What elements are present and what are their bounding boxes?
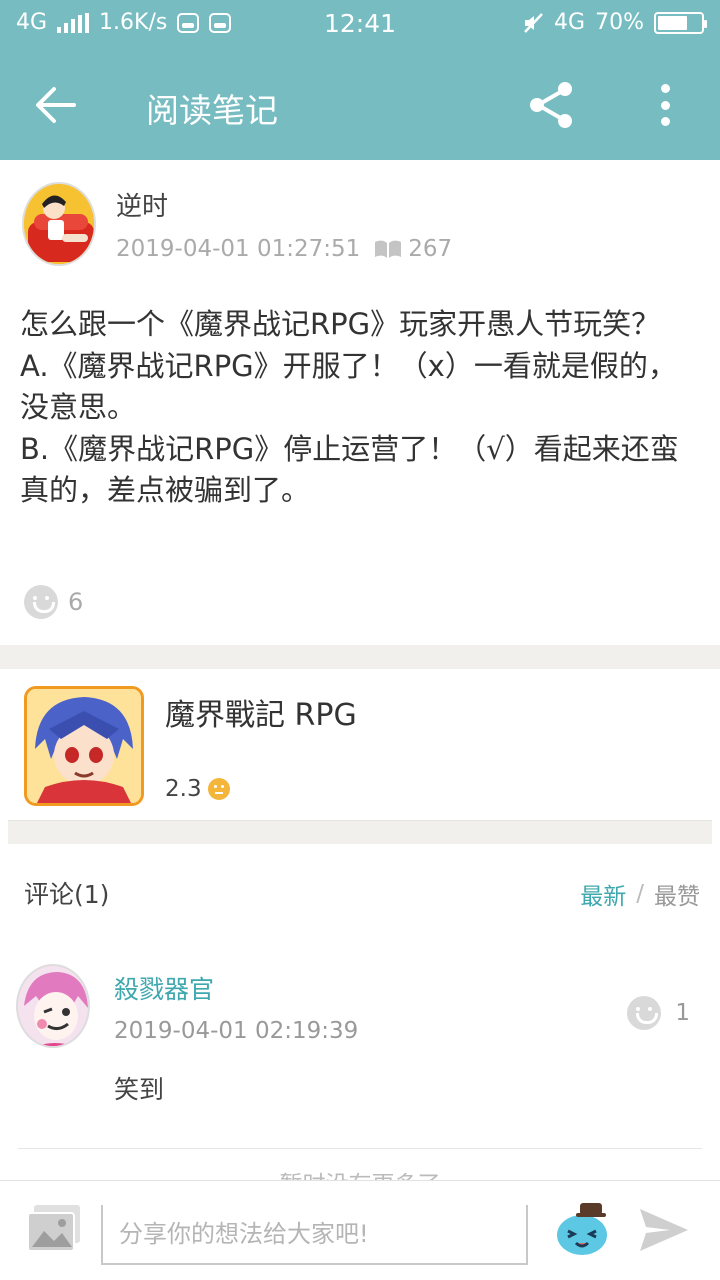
smile-icon	[24, 585, 58, 619]
post-like-count: 6	[68, 588, 84, 616]
commenter-name[interactable]: 殺戮器官	[114, 970, 214, 1006]
comment-divider	[18, 1148, 702, 1149]
post-paragraph: B.《魔界战记RPG》停止运营了！（√）看起来还蛮真的，差点被骗到了。	[20, 431, 679, 508]
game-icon[interactable]	[24, 686, 144, 806]
battery-icon	[654, 11, 707, 34]
game-name[interactable]: 魔界戰記 RPG	[165, 690, 357, 734]
send-icon	[640, 1209, 688, 1251]
commenter-avatar[interactable]	[16, 964, 90, 1048]
comment-sort: 最新 / 最赞	[580, 877, 700, 911]
comment-text: 笑到	[114, 1075, 165, 1104]
post-datetime: 2019-04-01 01:27:51	[116, 236, 361, 262]
arrow-left-icon	[36, 87, 76, 123]
post-paragraph: 怎么跟一个《魔界战记RPG》玩家开愚人节玩笑？	[20, 307, 661, 341]
author-avatar[interactable]	[22, 182, 96, 266]
back-button[interactable]	[30, 82, 80, 128]
post-body: 怎么跟一个《魔界战记RPG》玩家开愚人节玩笑？ A.《魔界战记RPG》开服了！（…	[20, 304, 700, 512]
section-divider	[8, 820, 712, 844]
more-button[interactable]	[648, 80, 682, 130]
more-vertical-icon	[660, 84, 670, 93]
smile-icon	[627, 996, 662, 1030]
top-bar: 4G 1.6K/s 12:41 4G 70% 阅读笔记	[0, 0, 720, 160]
author-name[interactable]: 逆时	[116, 186, 168, 223]
emoji-button[interactable]	[554, 1201, 610, 1257]
comment-like-button[interactable]: 1	[627, 996, 690, 1030]
post-meta: 2019-04-01 01:27:51 267	[116, 236, 452, 262]
sort-top-tab[interactable]: 最赞	[654, 877, 700, 911]
image-icon	[27, 1205, 80, 1252]
game-rating: 2.3	[165, 776, 230, 802]
page-title: 阅读笔记	[146, 91, 278, 130]
avatar-image	[24, 184, 94, 264]
comment-datetime: 2019-04-01 02:19:39	[114, 1018, 359, 1044]
rating-face-icon	[207, 778, 230, 800]
section-divider	[0, 645, 720, 669]
battery-percent: 70%	[595, 10, 644, 35]
game-icon-image	[27, 689, 141, 803]
send-button[interactable]	[638, 1207, 690, 1253]
share-icon	[530, 82, 572, 128]
sort-latest-tab[interactable]: 最新	[580, 877, 626, 911]
read-count: 267	[408, 236, 453, 262]
comment-like-count: 1	[675, 1000, 690, 1026]
avatar-image	[18, 966, 88, 1046]
emoji-icon	[557, 1203, 607, 1255]
sort-separator: /	[636, 881, 644, 907]
comment-input[interactable]	[101, 1205, 528, 1265]
comment-input-bar	[0, 1180, 720, 1280]
app-bar: 阅读笔记	[0, 50, 720, 160]
game-rating-value: 2.3	[165, 776, 202, 802]
book-icon	[375, 240, 402, 258]
mute-icon	[524, 12, 543, 33]
post-paragraph: A.《魔界战记RPG》开服了！（x）一看就是假的，没意思。	[20, 348, 677, 425]
status-bar: 4G 1.6K/s 12:41 4G 70%	[0, 0, 720, 50]
insert-image-button[interactable]	[26, 1203, 82, 1255]
post-like-button[interactable]: 6	[24, 585, 83, 619]
share-button[interactable]	[524, 80, 578, 130]
network-label-right: 4G	[554, 10, 586, 35]
comments-title: 评论(1)	[24, 880, 110, 909]
